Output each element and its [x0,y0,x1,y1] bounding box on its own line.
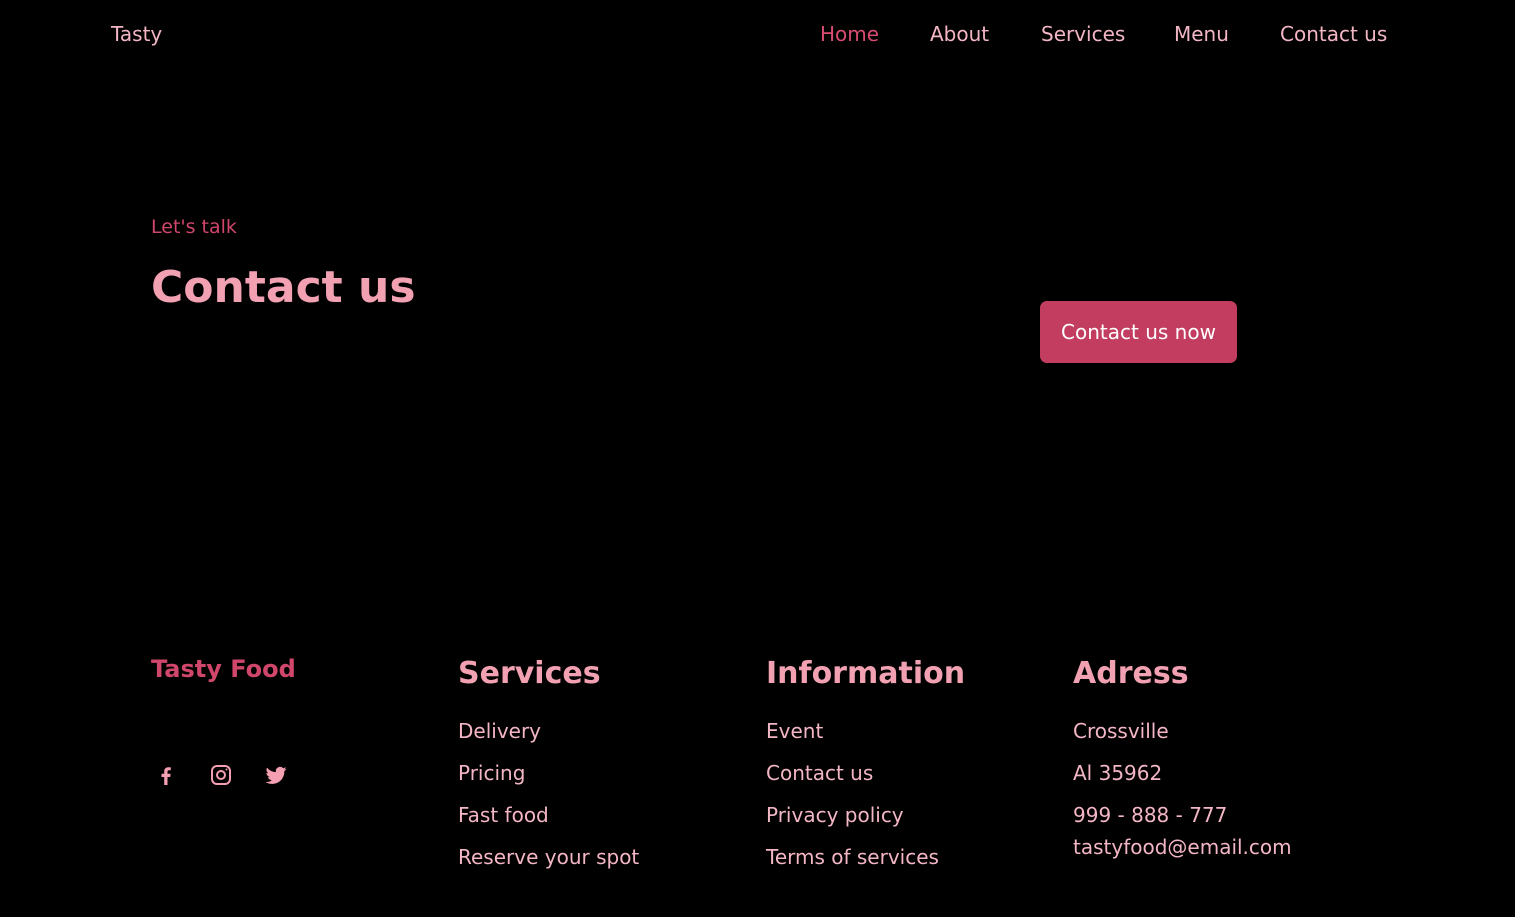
address-email[interactable]: tastyfood@email.com [1073,831,1292,863]
contact-us-now-button[interactable]: Contact us now [1040,301,1237,363]
footer-services: Services Delivery Pricing Fast food Rese… [458,656,639,883]
footer-link-terms[interactable]: Terms of services [766,841,965,883]
footer-information-title: Information [766,656,966,691]
footer-brand: Tasty Food [151,655,296,683]
footer-link-delivery[interactable]: Delivery [458,715,639,757]
footer-information: Information Event Contact us Privacy pol… [766,656,965,883]
footer-link-reserve[interactable]: Reserve your spot [458,841,639,883]
hero-eyebrow: Let's talk [151,216,237,238]
footer-address: Adress Crossville Al 35962 999 - 888 - 7… [1073,656,1292,863]
footer-link-fast-food[interactable]: Fast food [458,799,639,841]
address-zip: Al 35962 [1073,761,1163,785]
facebook-icon[interactable] [152,761,180,789]
brand-logo[interactable]: Tasty [111,22,162,46]
instagram-icon[interactable] [207,761,235,789]
footer-address-title: Adress [1073,656,1189,691]
address-phone: 999 - 888 - 777 [1073,803,1228,827]
footer-link-contact[interactable]: Contact us [766,757,965,799]
address-city: Crossville [1073,719,1169,743]
nav-home[interactable]: Home [820,22,879,46]
twitter-icon[interactable] [262,761,290,789]
nav-services[interactable]: Services [1041,22,1125,46]
footer-link-event[interactable]: Event [766,715,965,757]
footer-link-pricing[interactable]: Pricing [458,757,639,799]
footer-services-title: Services [458,656,601,691]
page-title: Contact us [151,262,416,313]
nav-menu[interactable]: Menu [1174,22,1229,46]
nav-contact[interactable]: Contact us [1280,22,1387,46]
footer-link-privacy[interactable]: Privacy policy [766,799,965,841]
nav-about[interactable]: About [930,22,989,46]
